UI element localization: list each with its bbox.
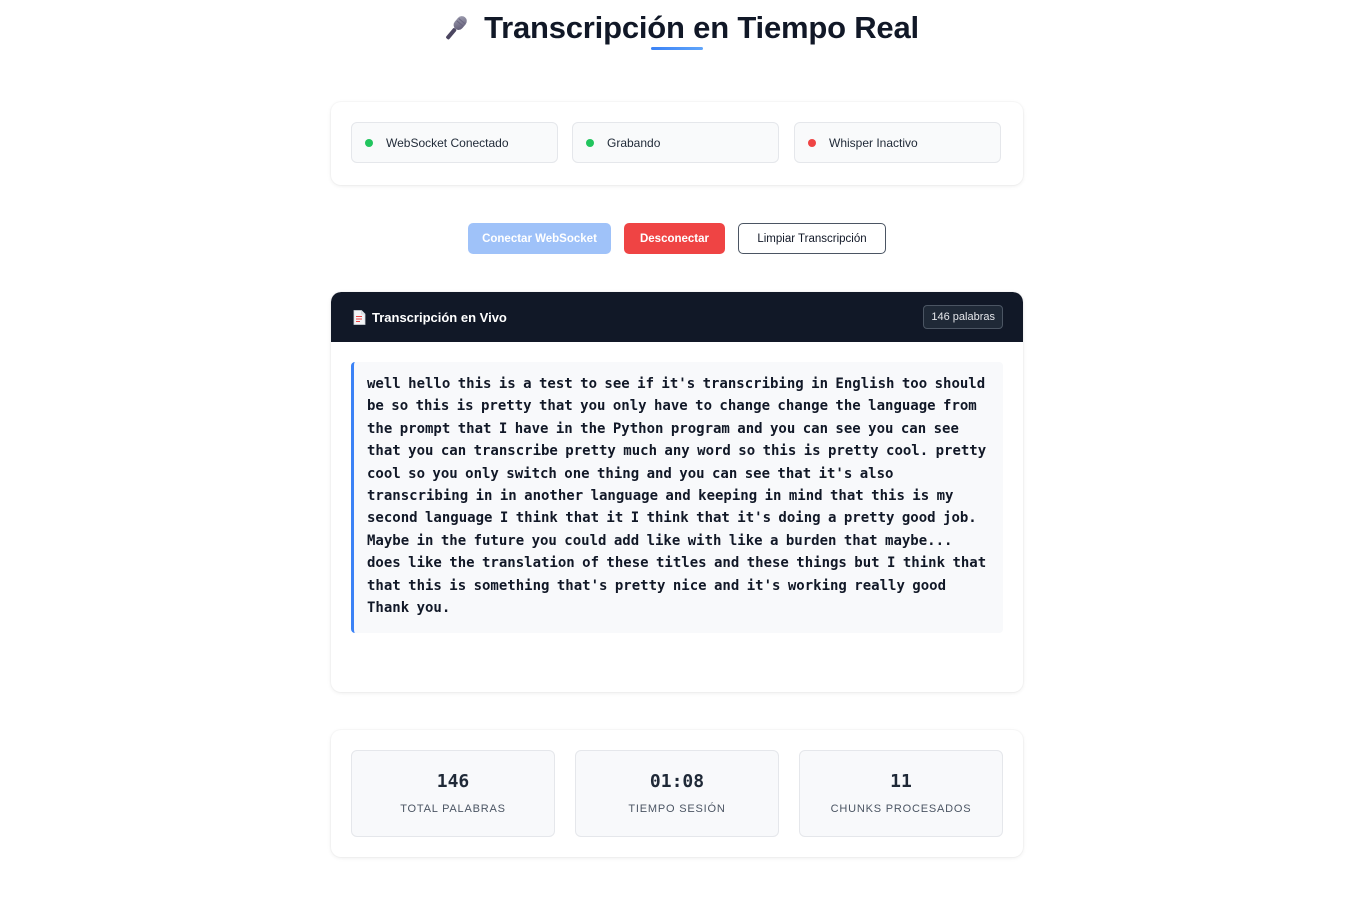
status-recording: Grabando bbox=[572, 122, 779, 163]
status-panel: WebSocket Conectado Grabando Whisper Ina… bbox=[331, 102, 1023, 185]
stat-value: 146 bbox=[436, 771, 470, 792]
status-websocket: WebSocket Conectado bbox=[351, 122, 558, 163]
page-header: Transcripción en Tiempo Real bbox=[0, 8, 1359, 49]
status-label: Grabando bbox=[607, 135, 661, 150]
page-title-row: Transcripción en Tiempo Real bbox=[440, 8, 919, 48]
microphone-icon bbox=[446, 16, 467, 40]
stat-label: CHUNKS PROCESADOS bbox=[830, 803, 972, 815]
status-label: Whisper Inactivo bbox=[829, 135, 918, 150]
transcription-text-box[interactable]: well hello this is a test to see if it's… bbox=[351, 362, 1003, 633]
controls-row: Conectar WebSocket Desconectar Limpiar T… bbox=[0, 223, 1359, 254]
title-underline bbox=[651, 47, 703, 50]
status-dot-green-icon bbox=[586, 138, 594, 147]
document-icon bbox=[353, 309, 366, 325]
transcription-title: Transcripción en Vivo bbox=[372, 309, 507, 325]
transcription-text: well hello this is a test to see if it's… bbox=[367, 376, 994, 617]
transcription-header: Transcripción en Vivo 146 palabras bbox=[331, 292, 1023, 342]
stat-label: TIEMPO SESIÓN bbox=[628, 803, 726, 815]
stat-total-words: 146 TOTAL PALABRAS bbox=[351, 750, 555, 837]
status-whisper: Whisper Inactivo bbox=[794, 122, 1001, 163]
stat-chunks-processed: 11 CHUNKS PROCESADOS bbox=[799, 750, 1003, 837]
stat-session-time: 01:08 TIEMPO SESIÓN bbox=[575, 750, 779, 837]
page-title: Transcripción en Tiempo Real bbox=[484, 10, 919, 45]
transcription-panel: Transcripción en Vivo 146 palabras well … bbox=[331, 292, 1023, 692]
stat-value: 11 bbox=[890, 771, 912, 792]
connect-websocket-button[interactable]: Conectar WebSocket bbox=[468, 223, 611, 254]
clear-transcription-button[interactable]: Limpiar Transcripción bbox=[738, 223, 886, 254]
stats-panel: 146 TOTAL PALABRAS 01:08 TIEMPO SESIÓN 1… bbox=[331, 730, 1023, 857]
status-dot-red-icon bbox=[808, 138, 816, 147]
disconnect-button[interactable]: Desconectar bbox=[624, 223, 725, 254]
transcription-app: Transcripción en Tiempo Real WebSocket C… bbox=[0, 0, 1359, 908]
word-count-badge: 146 palabras bbox=[923, 305, 1003, 329]
stat-value: 01:08 bbox=[649, 771, 705, 792]
status-label: WebSocket Conectado bbox=[386, 135, 509, 150]
status-dot-green-icon bbox=[365, 138, 373, 147]
stat-label: TOTAL PALABRAS bbox=[400, 803, 506, 815]
